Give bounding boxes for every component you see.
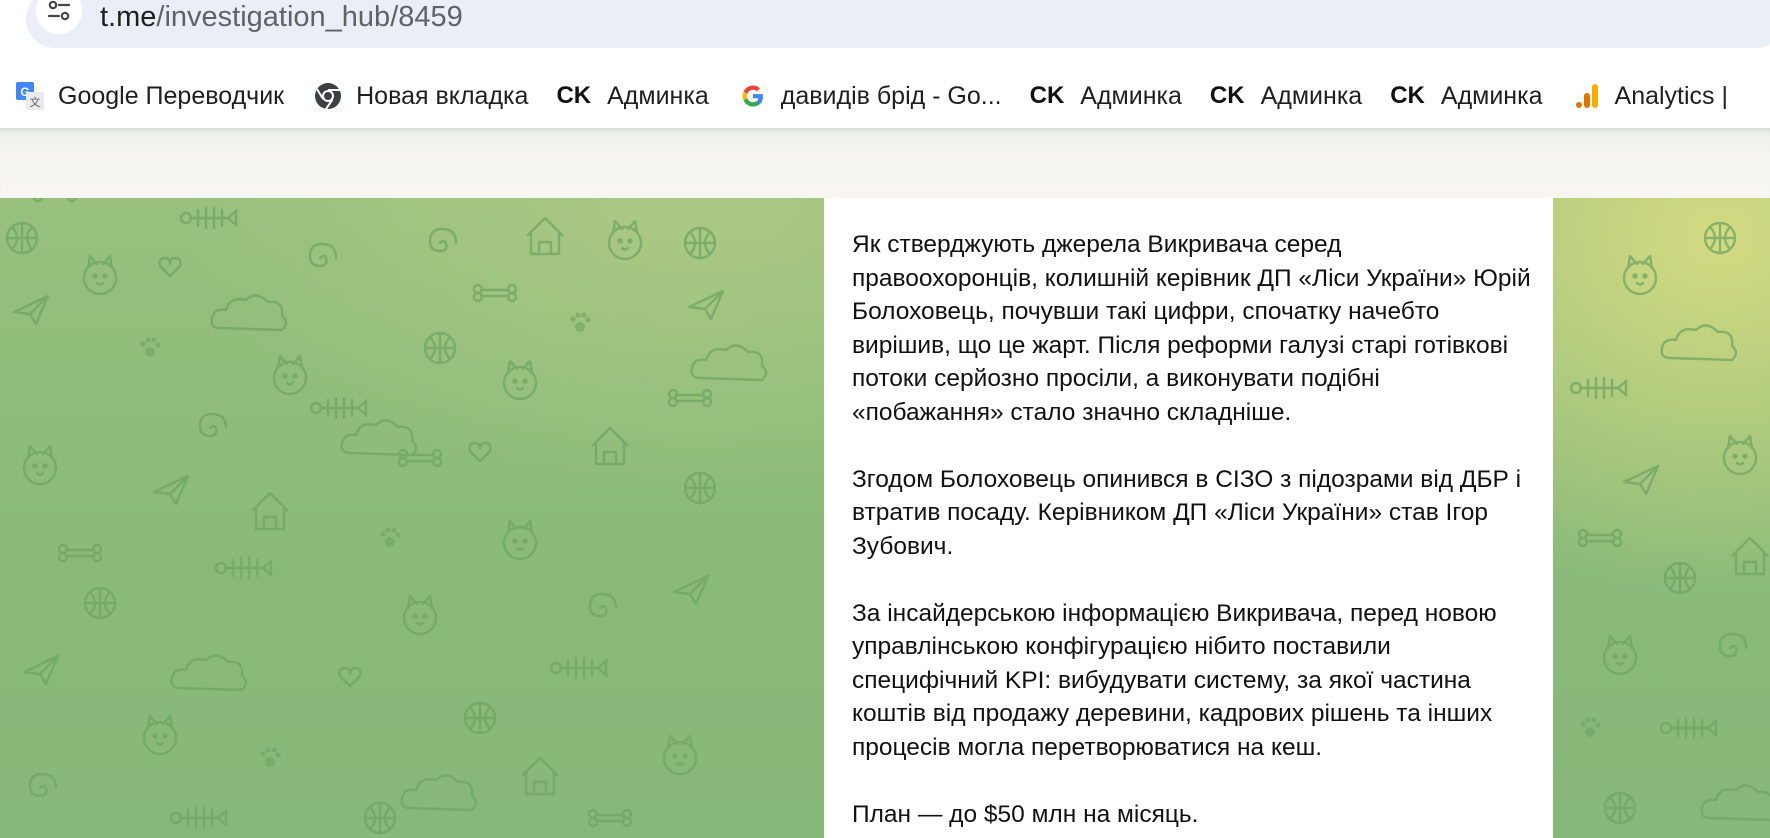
bookmark-label: Админка — [1080, 81, 1182, 110]
google-translate-icon: G 文 — [14, 80, 46, 112]
svg-text:文: 文 — [30, 95, 41, 109]
url-text[interactable]: t.me/investigation_hub/8459 — [100, 0, 463, 34]
bookmark-adminka-1[interactable]: CK Админка — [542, 74, 722, 118]
bookmarks-bar: G 文 Google Переводчик Новая вкладка CK А… — [0, 74, 1770, 118]
bookmark-label: давидів брід - Go... — [780, 81, 1002, 110]
bookmark-label: Google Переводчик — [58, 81, 285, 110]
google-icon — [737, 80, 769, 112]
message-paragraph: Як стверджують джерела Викривача серед п… — [852, 231, 1531, 426]
bookmark-google-search[interactable]: давидів брід - Go... — [723, 74, 1016, 118]
bookmark-adminka-3[interactable]: CK Админка — [1196, 74, 1376, 118]
ck-icon: CK — [1209, 82, 1245, 109]
bookmark-label: Админка — [607, 81, 709, 110]
message-paragraph: Згодом Болоховець опинився в СІЗО з підо… — [852, 465, 1522, 560]
message-paragraph: За інсайдерською інформацією Викривача, … — [852, 599, 1497, 761]
address-bar-row: t.me/investigation_hub/8459 — [0, 0, 1770, 56]
bookmark-adminka-4[interactable]: CK Админка — [1376, 74, 1556, 118]
bookmark-adminka-2[interactable]: CK Админка — [1016, 74, 1196, 118]
page-top-strip — [0, 128, 1770, 198]
message-card: Як стверджують джерела Викривача серед п… — [824, 198, 1553, 838]
bookmark-google-translate[interactable]: G 文 Google Переводчик — [0, 74, 298, 118]
bookmark-label: Админка — [1440, 81, 1543, 110]
analytics-icon — [1571, 80, 1603, 112]
ck-icon: CK — [556, 82, 592, 109]
bookmark-label: Analytics | — [1614, 81, 1728, 110]
message-paragraph: План — до $50 млн на місяць. — [852, 800, 1199, 828]
message-text: Як стверджують джерела Викривача серед п… — [852, 228, 1532, 838]
chrome-icon — [312, 80, 344, 112]
bookmark-label: Админка — [1260, 81, 1363, 110]
bookmark-new-tab[interactable]: Новая вкладка — [298, 74, 542, 118]
bookmark-analytics[interactable]: Analytics | — [1557, 74, 1742, 118]
url-path: /investigation_hub/8459 — [156, 1, 463, 33]
url-host: t.me — [100, 1, 157, 33]
ck-icon: CK — [1029, 82, 1065, 109]
bookmark-label: Новая вкладка — [356, 81, 529, 110]
ck-icon: CK — [1390, 82, 1425, 109]
